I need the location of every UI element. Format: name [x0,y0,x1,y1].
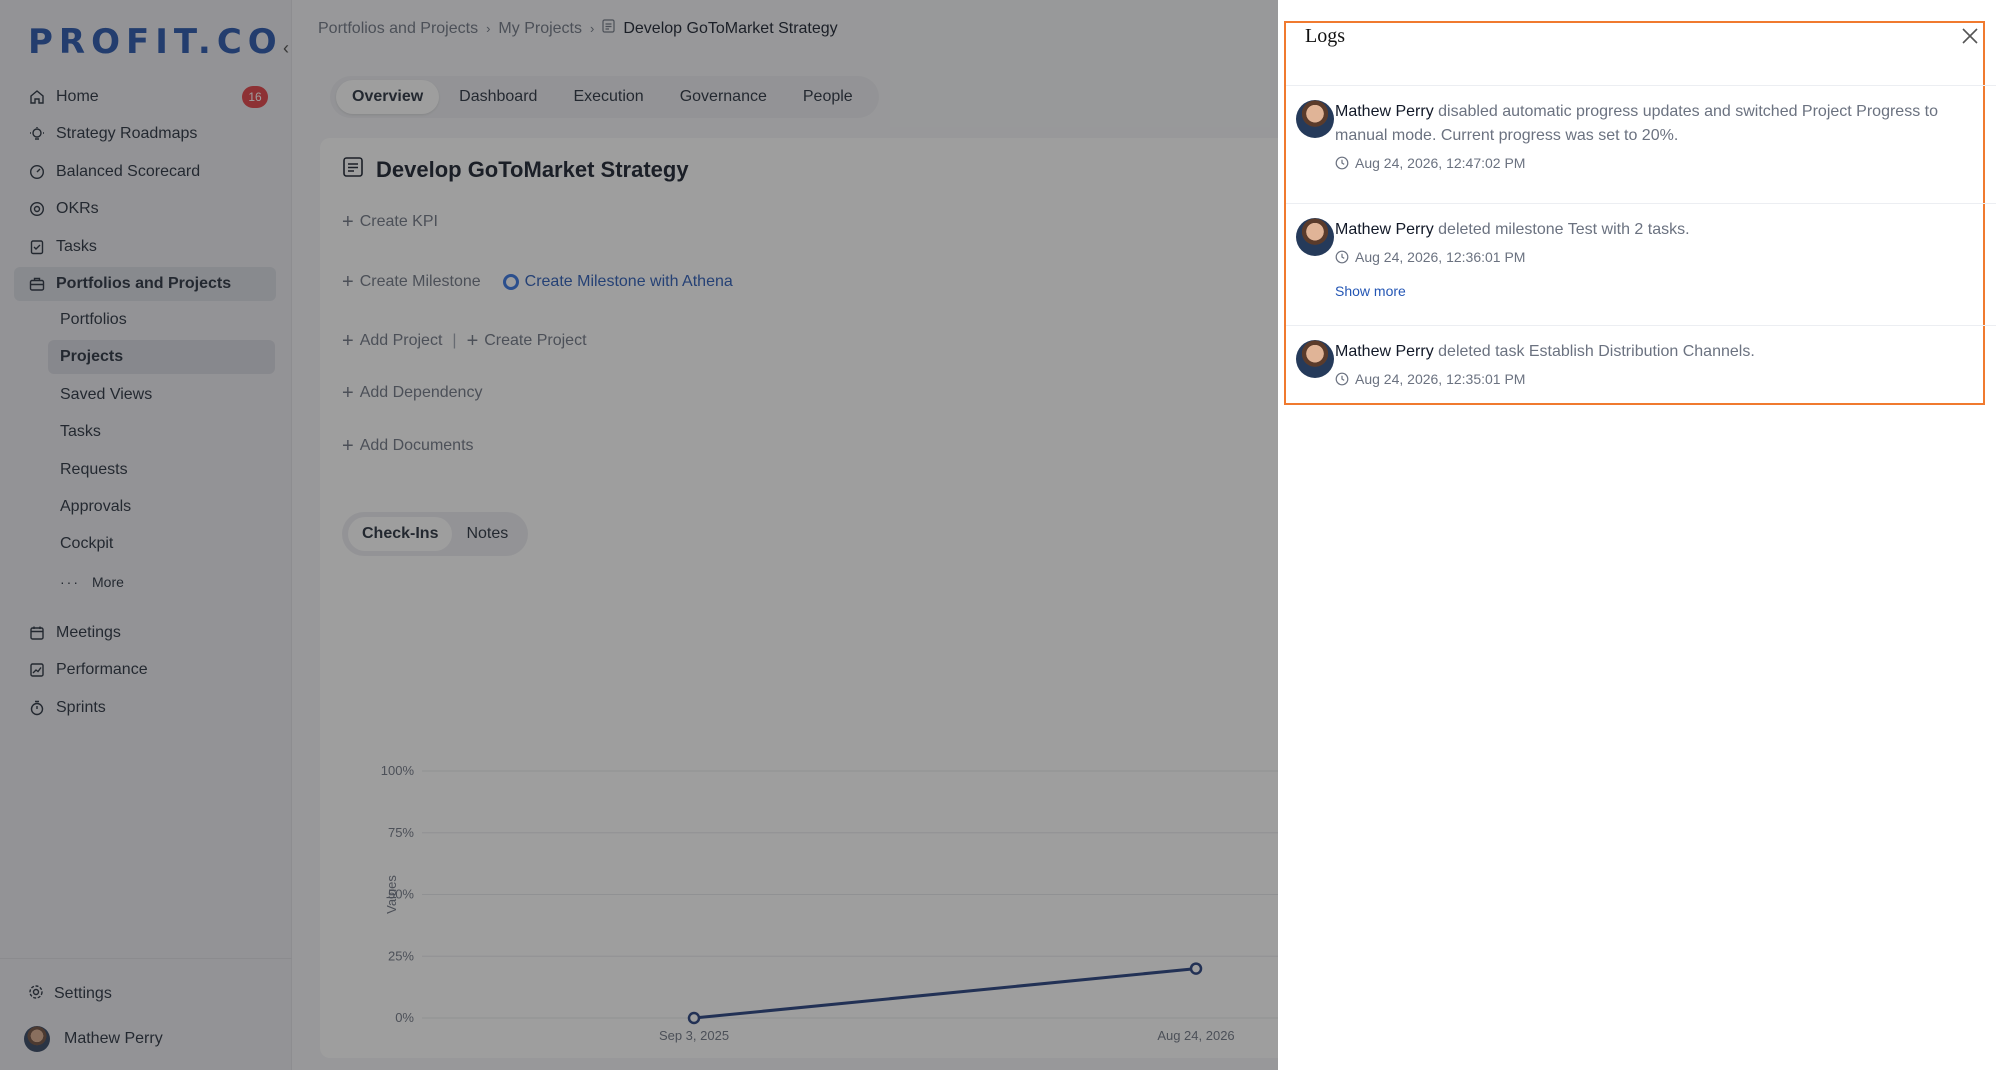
clock-icon [1335,372,1349,386]
log-entry: Mathew Perry disabled automatic progress… [1286,85,1996,195]
log-entry: Mathew Perry deleted task Establish Dist… [1286,325,1996,403]
log-time-text: Aug 24, 2026, 12:35:01 PM [1355,371,1526,387]
log-message: Mathew Perry disabled automatic progress… [1335,100,1965,148]
clock-icon [1335,250,1349,264]
modal-overlay[interactable] [0,0,1278,1070]
log-author[interactable]: Mathew Perry [1335,221,1434,238]
log-text: deleted milestone Test with 2 tasks. [1438,221,1690,238]
log-author[interactable]: Mathew Perry [1335,103,1434,120]
clock-icon [1335,156,1349,170]
log-author[interactable]: Mathew Perry [1335,343,1434,360]
log-text: deleted task Establish Distribution Chan… [1438,343,1755,360]
log-time-text: Aug 24, 2026, 12:36:01 PM [1355,249,1526,265]
logs-title: Logs [1305,25,1345,47]
log-timestamp: Aug 24, 2026, 12:36:01 PM [1335,249,1525,265]
avatar [1296,340,1334,378]
log-timestamp: Aug 24, 2026, 12:47:02 PM [1335,155,1525,171]
avatar [1296,100,1334,138]
logs-panel: Logs Mathew Perry disabled automatic pro… [1278,0,1999,1070]
log-entry: Mathew Perry deleted milestone Test with… [1286,203,1996,316]
log-message: Mathew Perry deleted task Establish Dist… [1335,340,1965,364]
log-timestamp: Aug 24, 2026, 12:35:01 PM [1335,371,1525,387]
log-time-text: Aug 24, 2026, 12:47:02 PM [1355,155,1526,171]
avatar [1296,218,1334,256]
close-icon[interactable] [1958,24,1982,48]
log-message: Mathew Perry deleted milestone Test with… [1335,218,1965,242]
show-more-link[interactable]: Show more [1335,283,1406,299]
